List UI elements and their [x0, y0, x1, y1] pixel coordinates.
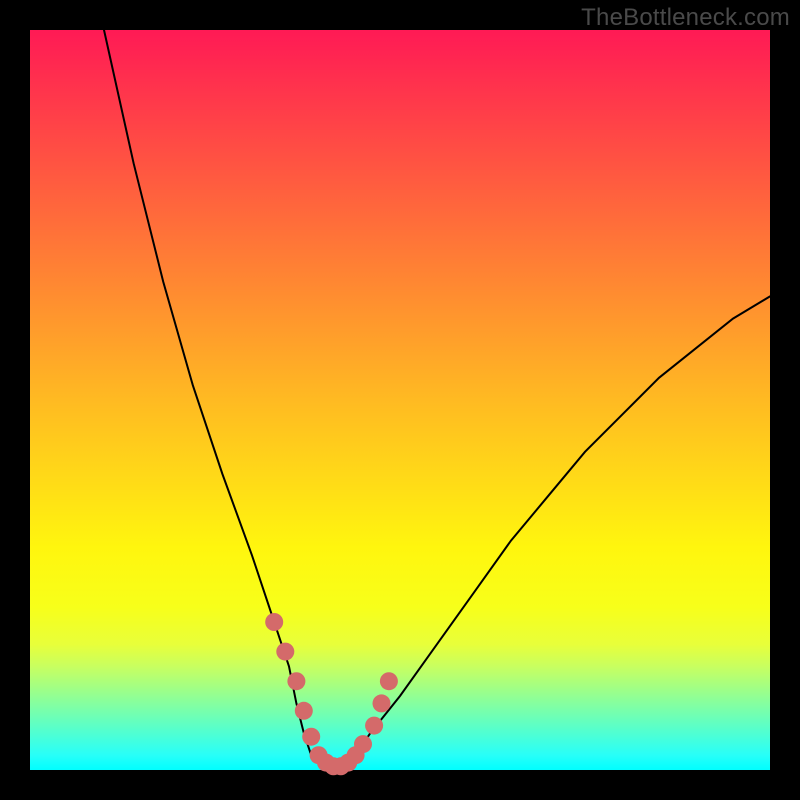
highlight-dot [354, 735, 372, 753]
chart-svg [30, 30, 770, 770]
highlight-dot [295, 702, 313, 720]
highlight-dot [302, 728, 320, 746]
chart-plot-area [30, 30, 770, 770]
highlight-dot [373, 694, 391, 712]
highlight-dot [276, 643, 294, 661]
highlight-dot [380, 672, 398, 690]
watermark-text: TheBottleneck.com [581, 4, 790, 32]
highlight-dot [287, 672, 305, 690]
chart-frame: TheBottleneck.com [0, 0, 800, 800]
highlight-dot [365, 717, 383, 735]
main-curve [104, 30, 770, 770]
highlight-dot [265, 613, 283, 631]
highlight-dots [265, 613, 398, 775]
